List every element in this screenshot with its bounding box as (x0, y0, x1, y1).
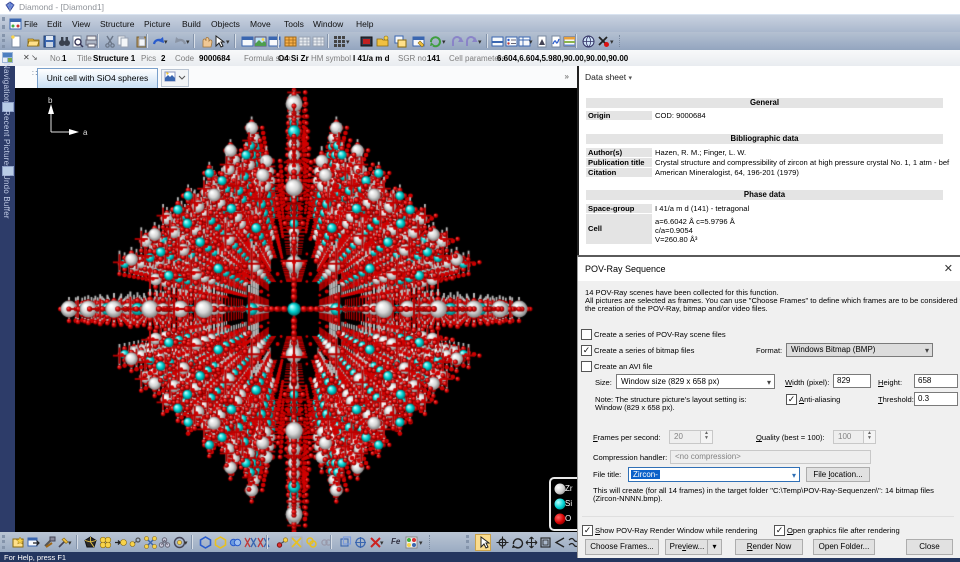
svg-text:a: a (83, 128, 88, 137)
svg-text:b: b (48, 96, 53, 105)
